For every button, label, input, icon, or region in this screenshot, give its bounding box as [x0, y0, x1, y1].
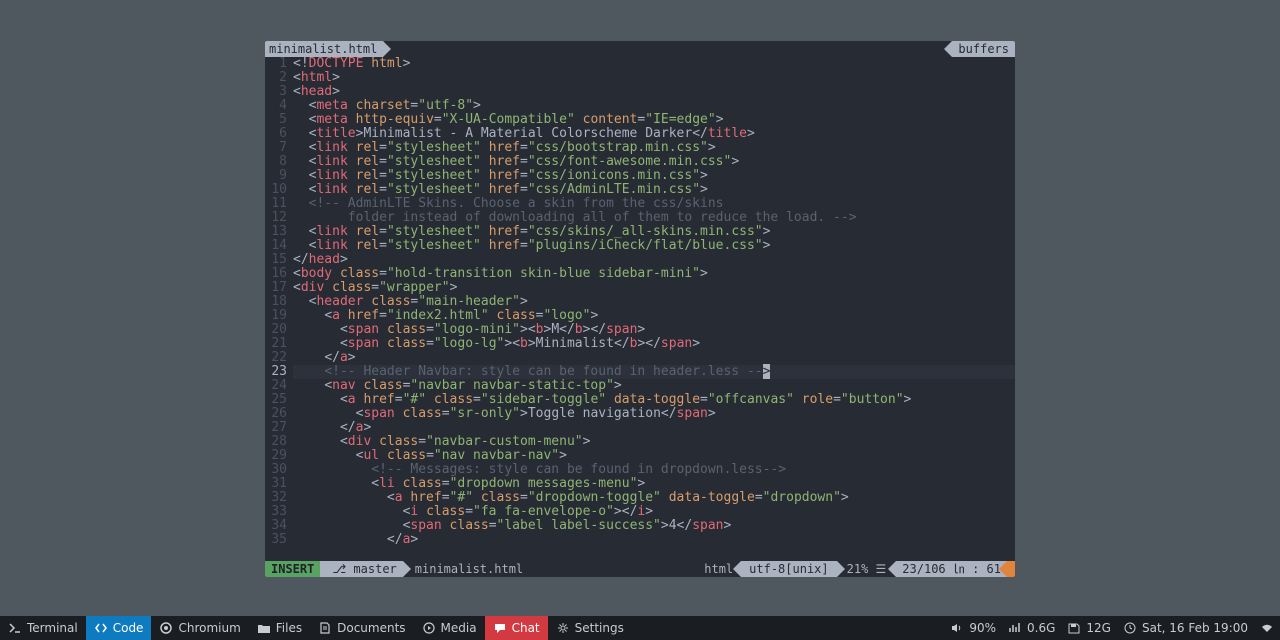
taskbar-chat[interactable]: Chat: [485, 616, 548, 640]
line-gutter: 1234567891011121314151617181920212223242…: [265, 57, 293, 561]
taskbar-label: Documents: [337, 621, 405, 635]
taskbar-terminal[interactable]: Terminal: [0, 616, 86, 640]
taskbar-label: Sat, 16 Feb 19:00: [1142, 621, 1248, 635]
taskbar-documents[interactable]: Documents: [310, 616, 413, 640]
taskbar-code[interactable]: Code: [86, 616, 152, 640]
position: 23/106 ㏑ : 61: [896, 561, 1007, 577]
chromium-icon: [159, 621, 173, 635]
mode-indicator: INSERT: [265, 561, 320, 577]
code-content[interactable]: <!DOCTYPE html><html><head> <meta charse…: [293, 57, 1015, 561]
gear-icon: [556, 621, 570, 635]
volume-icon: [950, 621, 964, 635]
branch-name: master: [353, 562, 396, 576]
statusline: INSERT ⎇ master minimalist.html html utf…: [265, 561, 1015, 577]
taskbar-label: Settings: [575, 621, 624, 635]
taskbar-0.6g[interactable]: 0.6G: [1002, 616, 1061, 640]
taskbar-sat, 16 feb 19:00[interactable]: Sat, 16 Feb 19:00: [1117, 616, 1254, 640]
taskbar-12g[interactable]: 12G: [1061, 616, 1117, 640]
buffers-button[interactable]: buffers: [952, 41, 1015, 57]
taskbar-label: 12G: [1086, 621, 1111, 635]
lint-indicator: [1007, 561, 1015, 577]
taskbar-label: Code: [113, 621, 144, 635]
taskbar-chromium[interactable]: Chromium: [151, 616, 248, 640]
taskbar-files[interactable]: Files: [249, 616, 310, 640]
clock-icon: [1123, 621, 1137, 635]
media-icon: [422, 621, 436, 635]
editor-window: minimalist.html buffers 1234567891011121…: [265, 41, 1015, 577]
chat-icon: [493, 621, 507, 635]
wifi-icon: [1260, 621, 1274, 635]
disk-icon: [1067, 621, 1081, 635]
taskbar-settings[interactable]: Settings: [548, 616, 632, 640]
taskbar-[interactable]: [1254, 616, 1280, 640]
tabline: minimalist.html buffers: [265, 41, 1015, 57]
taskbar-label: 0.6G: [1027, 621, 1055, 635]
branch-icon: ⎇: [332, 562, 353, 576]
taskbar-label: 90%: [969, 621, 996, 635]
taskbar-label: Chromium: [178, 621, 240, 635]
git-branch: ⎇ master: [320, 561, 402, 577]
taskbar-label: Chat: [512, 621, 540, 635]
taskbar-label: Terminal: [27, 621, 78, 635]
folder-icon: [257, 621, 271, 635]
terminal-icon: [8, 621, 22, 635]
taskbar-90%[interactable]: 90%: [944, 616, 1002, 640]
statusline-filename: minimalist.html: [403, 561, 529, 577]
code-area[interactable]: 1234567891011121314151617181920212223242…: [265, 57, 1015, 561]
taskbar-label: Media: [441, 621, 477, 635]
doc-icon: [318, 621, 332, 635]
taskbar: Terminal Code Chromium Files Documents Media C…: [0, 616, 1280, 640]
chart-icon: [1008, 621, 1022, 635]
code-icon: [94, 621, 108, 635]
buffer-tab[interactable]: minimalist.html: [265, 41, 383, 57]
encoding: utf-8[unix]: [741, 561, 836, 577]
taskbar-media[interactable]: Media: [414, 616, 485, 640]
taskbar-label: Files: [276, 621, 302, 635]
